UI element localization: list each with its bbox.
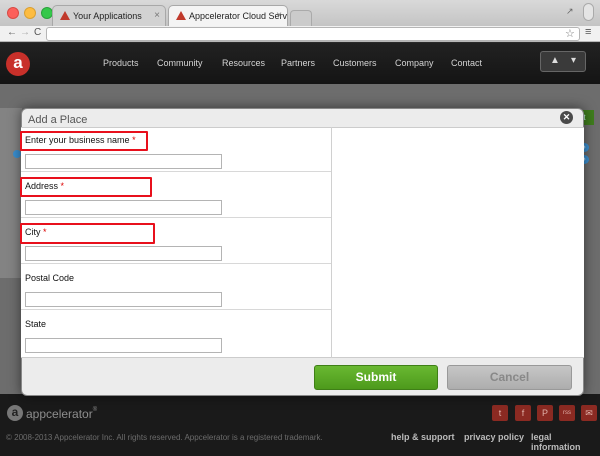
trademark-mark: ® [92,407,98,413]
rss-icon[interactable]: rss [559,405,575,421]
row-divider [21,263,331,264]
forward-button[interactable]: → [20,27,30,38]
appcelerator-favicon-icon [176,11,186,20]
nav-products[interactable]: Products [103,58,139,68]
tab-your-applications[interactable]: Your Applications × [52,5,166,26]
bookmark-star-icon[interactable]: ☆ [565,27,575,40]
row-divider [21,309,331,310]
tab-label: Your Applications [73,11,142,21]
nav-partners[interactable]: Partners [281,58,315,68]
label-text: State [25,319,47,329]
background-panel [0,108,22,278]
privacy-policy-link[interactable]: privacy policy [464,432,524,442]
tab-label: Appcelerator Cloud Services [189,11,288,21]
appcelerator-logo[interactable]: a [6,52,30,76]
appcelerator-favicon-icon [60,11,70,20]
site-footer [0,394,600,456]
postal-code-input[interactable] [25,292,222,307]
postal-code-label: Postal Code [25,273,74,283]
twitter-icon[interactable]: t [492,405,508,421]
background-arrow-icon [13,150,21,158]
submit-button[interactable]: Submit [314,365,438,390]
cancel-button[interactable]: Cancel [447,365,572,390]
pinterest-icon[interactable]: P [537,405,553,421]
user-menu-button[interactable]: ▲ ▾ [540,51,586,72]
address-bar[interactable] [46,27,580,41]
footer-brand: appcelerator® [26,407,97,421]
chevron-down-icon: ▾ [571,55,577,66]
back-button[interactable]: ← [7,27,17,38]
nav-customers[interactable]: Customers [333,58,377,68]
reload-button[interactable]: C [34,27,41,38]
user-icon: ▲ [550,55,560,66]
state-label: State [25,319,46,329]
business-name-input[interactable] [25,154,222,169]
close-icon[interactable]: ✕ [560,111,573,124]
nav-contact[interactable]: Contact [451,58,482,68]
row-divider [21,217,331,218]
city-input[interactable] [25,246,222,261]
highlight-box [20,223,155,244]
highlight-box [20,177,152,197]
copyright-text: © 2008-2013 Appcelerator Inc. All rights… [6,433,323,442]
label-text: Postal Code [25,273,75,283]
dialog-title: Add a Place [28,114,88,126]
column-divider [331,127,332,358]
minimize-window-icon[interactable] [24,7,36,19]
footer-logo-icon: a [7,405,23,421]
state-input[interactable] [25,338,222,353]
close-window-icon[interactable] [7,7,19,19]
profile-icon[interactable] [583,3,594,21]
tab-close-icon[interactable]: × [276,6,282,26]
tab-appcelerator-cloud-services[interactable]: Appcelerator Cloud Services × [168,5,288,26]
nav-resources[interactable]: Resources [222,58,265,68]
fullscreen-icon[interactable]: ↗ [566,6,574,17]
footer-brand-text: appcelerator [26,407,93,421]
row-divider [21,171,331,172]
legal-information-link[interactable]: legal information [531,432,600,452]
tab-close-icon[interactable]: × [154,6,160,26]
address-input[interactable] [25,200,222,215]
nav-community[interactable]: Community [157,58,203,68]
facebook-icon[interactable]: f [515,405,531,421]
browser-menu-icon[interactable]: ≡ [585,26,591,38]
highlight-box [20,131,148,151]
new-tab-button[interactable] [290,10,312,26]
nav-company[interactable]: Company [395,58,434,68]
email-icon[interactable]: ✉ [581,405,597,421]
help-support-link[interactable]: help & support [391,432,455,442]
